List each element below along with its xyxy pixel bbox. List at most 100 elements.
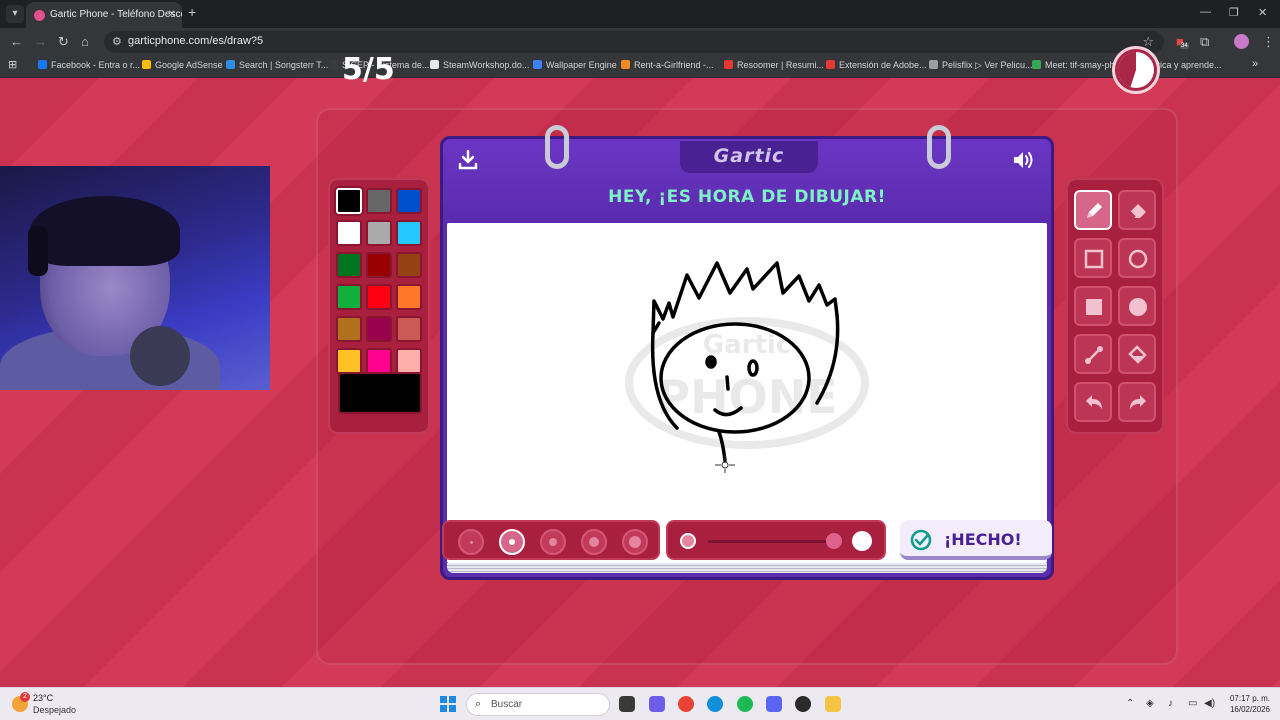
opacity-slider-track[interactable] [708,540,836,543]
tray-app-icon[interactable]: ◈ [1146,698,1154,709]
download-icon[interactable] [457,149,479,176]
rectangle-filled-tool-button[interactable] [1074,286,1112,326]
color-swatch[interactable] [396,220,422,246]
color-swatch[interactable] [366,316,392,342]
adobe-icon [826,60,835,69]
brush-size-button[interactable] [458,529,484,555]
volume-icon[interactable]: ◀) [1204,698,1215,709]
tab-close-icon[interactable]: ✕ [168,2,176,28]
weather-temp[interactable]: 23°C [33,693,53,703]
binder-ring [545,125,569,169]
forward-icon[interactable]: → [34,34,47,49]
close-window-button[interactable]: ✕ [1258,6,1267,19]
bookmark-item[interactable]: Search | Songsterr T... [226,60,328,70]
redo-button[interactable] [1118,382,1156,422]
color-swatch[interactable] [366,348,392,374]
bookmark-item[interactable]: Extensión de Adobe... [826,60,927,70]
notebook-pages [447,563,1047,573]
binder-ring [927,125,951,169]
done-button[interactable]: ¡HECHO! [900,520,1052,560]
drawing-canvas[interactable]: Gartic PHONE [447,223,1047,563]
bookmark-item[interactable]: Pelisflix ▷ Ver Pelicu... [929,60,1032,71]
tab-gartic-phone[interactable]: Gartic Phone - Teléfono Descom ✕ [26,2,182,28]
color-swatch[interactable] [336,316,362,342]
brush-size-button[interactable] [581,529,607,555]
opacity-min-icon [680,533,696,549]
windows-start-icon[interactable] [440,696,456,712]
pencil-icon [1087,203,1102,218]
site-info-icon[interactable]: ⚙ [112,35,122,48]
obs-icon[interactable] [795,696,811,712]
taskbar-search[interactable]: ⌕ Buscar [466,693,610,716]
reload-icon[interactable]: ↻ [58,34,69,50]
minimize-button[interactable]: — [1200,6,1211,18]
ellipse-filled-tool-button[interactable] [1118,286,1156,326]
color-swatch[interactable] [336,284,362,310]
color-swatch[interactable] [366,220,392,246]
address-bar[interactable]: ⚙ garticphone.com/es/draw?5 ☆ [104,31,1164,53]
bookmark-item[interactable]: Rent-a-Girlfriend -... [621,60,714,70]
network-icon[interactable]: ▭ [1188,698,1197,709]
color-swatch[interactable] [336,220,362,246]
eraser-tool-button[interactable] [1118,190,1156,230]
taskbar: 2 23°C Despejado ⌕ Buscar ⌃ ◈ ♪ ▭ ◀) 07:… [0,687,1280,720]
brush-size-button[interactable] [499,529,525,555]
opacity-slider-thumb[interactable] [826,533,842,549]
fill-tool-button[interactable] [1118,334,1156,374]
brush-size-dot-icon [509,539,515,545]
sound-icon[interactable] [1011,149,1037,176]
round-counter: 5/5 [342,52,395,87]
color-swatch[interactable] [396,188,422,214]
line-tool-button[interactable] [1074,334,1112,374]
color-swatch[interactable] [336,348,362,374]
restore-button[interactable]: ❐ [1229,6,1239,19]
drawing-notebook: Gartic HEY, ¡ES HORA DE DIBUJAR! Gartic … [440,125,1054,580]
color-swatch[interactable] [396,284,422,310]
bookmark-item[interactable]: Wallpaper Engine [533,60,617,70]
new-tab-button[interactable]: + [188,4,196,20]
home-icon[interactable]: ⌂ [81,34,89,49]
microphone-icon[interactable]: ♪ [1168,698,1173,709]
file-explorer-icon[interactable] [825,696,841,712]
spotify-icon[interactable] [737,696,753,712]
bookmark-item[interactable]: Google AdSense [142,60,223,70]
rectangle-outline-tool-button[interactable] [1074,238,1112,278]
weather-desc[interactable]: Despejado [33,705,76,715]
apps-grid-icon[interactable]: ⊞ [8,58,17,71]
weather-badge: 2 [20,692,30,702]
discord-icon[interactable] [766,696,782,712]
undo-button[interactable] [1074,382,1112,422]
pencil-tool-button[interactable] [1074,190,1112,230]
bookmark-item[interactable]: Facebook - Entra o r... [38,60,140,70]
gartic-logo: Gartic [713,145,785,167]
task-view-icon[interactable] [619,696,635,712]
bookmark-item[interactable]: Meet: tif-smay-phw [1032,60,1121,70]
bucket-icon [1128,345,1147,364]
color-swatch[interactable] [366,188,392,214]
copilot-icon[interactable] [649,696,665,712]
back-icon[interactable]: ← [10,34,23,49]
bookmark-item[interactable]: SteamWorkshop.do... [430,60,529,70]
edge-icon[interactable] [707,696,723,712]
color-swatch[interactable] [336,188,362,214]
extensions-puzzle-icon[interactable]: ⧉ [1200,34,1209,50]
color-swatch[interactable] [336,252,362,278]
clock[interactable]: 07:17 p. m. 16/02/2026 [1222,693,1270,715]
url-text[interactable]: garticphone.com/es/draw?5 [128,35,263,47]
color-swatch[interactable] [396,252,422,278]
tray-chevron-icon[interactable]: ⌃ [1126,698,1134,709]
brush-size-button[interactable] [622,529,648,555]
ellipse-outline-tool-button[interactable] [1118,238,1156,278]
profile-avatar[interactable] [1234,34,1249,49]
sicep-icon [329,60,338,69]
color-swatch[interactable] [366,284,392,310]
color-swatch[interactable] [396,348,422,374]
bookmark-item[interactable]: Resoomer | Resumi... [724,60,824,70]
color-swatch[interactable] [396,316,422,342]
chrome-icon[interactable] [678,696,694,712]
menu-kebab-icon[interactable]: ⋮ [1262,34,1275,50]
color-swatch[interactable] [366,252,392,278]
brush-size-button[interactable] [540,529,566,555]
tab-search-button[interactable]: ▾ [6,5,24,23]
more-bookmarks-icon[interactable]: » [1252,58,1258,70]
